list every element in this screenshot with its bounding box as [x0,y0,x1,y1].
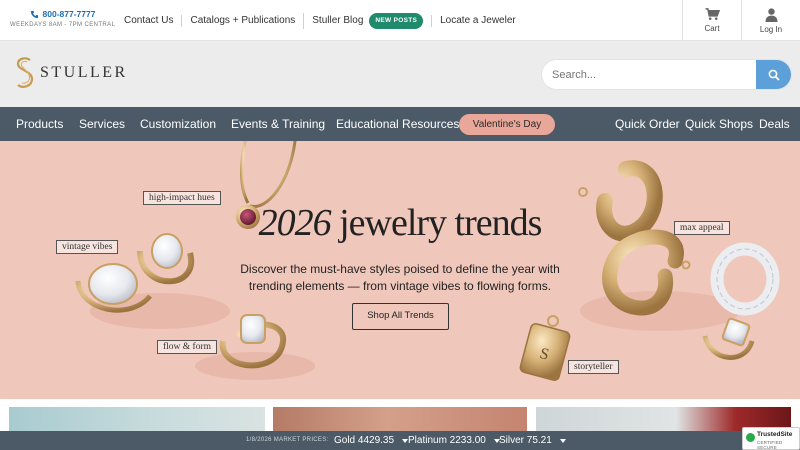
phone-icon [30,10,38,18]
search-icon [768,69,780,81]
tag-high-impact-hues: high-impact hues [143,191,221,205]
nav-valentines-day[interactable]: Valentine's Day [459,114,555,135]
tag-max-appeal: max appeal [674,221,730,235]
nav-products[interactable]: Products [16,107,63,141]
tag-flow-and-form: flow & form [157,340,218,354]
phone-row[interactable]: 800-877-7777 [10,9,115,19]
site-header: STULLER [0,41,800,107]
nav-customization[interactable]: Customization [140,107,216,141]
silver-price-label[interactable]: Silver 75.21 [499,435,552,446]
stuller-blog-link[interactable]: Stuller Blog NEW POSTS [303,12,431,29]
trustedsite-badge[interactable]: TrustedSite CERTIFIED SECURE [742,427,800,450]
nav-quick-shops[interactable]: Quick Shops [685,107,753,141]
platinum-price-label[interactable]: Platinum 2233.00 [408,435,486,446]
stuller-blog-label[interactable]: Stuller Blog [312,15,363,27]
nav-services[interactable]: Services [79,107,125,141]
tag-storyteller: storyteller [568,360,619,374]
hero-title-text: jewelry trends [339,202,542,244]
shop-all-trends-button[interactable]: Shop All Trends [352,303,449,330]
contact-us-link[interactable]: Contact Us [124,15,181,27]
hero-title-year: 2026 [258,202,332,244]
market-prices-bar: 1/8/2026 MARKET PRICES: Gold 4429.35 Pla… [0,431,800,450]
search-button[interactable] [756,60,791,89]
new-posts-badge: NEW POSTS [369,12,424,29]
nav-educational-resources[interactable]: Educational Resources [336,107,459,141]
trustedsite-subtitle: CERTIFIED SECURE [757,440,783,450]
silver-price[interactable]: Silver 75.21 [499,435,566,446]
phone-hours: WEEKDAYS 8AM - 7PM CENTRAL [10,22,116,28]
gold-price[interactable]: Gold 4429.35 [334,435,409,446]
market-prices-date: 1/8/2026 MARKET PRICES: [246,437,329,443]
login-label[interactable]: Log In [760,25,782,34]
platinum-price[interactable]: Platinum 2233.00 [408,435,500,446]
catalogs-link[interactable]: Catalogs + Publications [181,14,303,27]
hero-banner[interactable]: S 2026 jewelry trends Discover the must-… [0,141,800,399]
locate-jeweler-link[interactable]: Locate a Jeweler [431,14,524,27]
user-icon [765,7,777,22]
stuller-wordmark[interactable]: STULLER [40,64,128,82]
gold-price-label[interactable]: Gold 4429.35 [334,435,394,446]
phone-number[interactable]: 800-877-7777 [43,9,96,19]
cart-button[interactable]: Cart [682,0,741,41]
utility-links: Contact Us Catalogs + Publications Stull… [124,0,524,41]
cart-label[interactable]: Cart [704,24,719,33]
stuller-logo[interactable]: STULLER [14,56,128,90]
search-input[interactable] [542,60,756,89]
phone-block[interactable]: 800-877-7777 WEEKDAYS 8AM - 7PM CENTRAL [10,9,115,28]
stuller-s-monogram-icon [16,57,34,88]
nav-events-training[interactable]: Events & Training [231,107,325,141]
nav-quick-order[interactable]: Quick Order [615,107,680,141]
checkmark-icon [746,433,755,442]
utility-bar: 800-877-7777 WEEKDAYS 8AM - 7PM CENTRAL … [0,0,800,41]
main-nav: Products Services Customization Events &… [0,107,800,141]
tag-vintage-vibes: vintage vibes [56,240,119,254]
search-box [542,60,791,89]
hero-subtitle: Discover the must-have styles poised to … [240,262,560,293]
nav-deals[interactable]: Deals [759,107,790,141]
trustedsite-name: TrustedSite [757,431,793,438]
silver-caret-down-icon[interactable] [559,438,566,443]
cart-icon [705,8,720,20]
login-button[interactable]: Log In [741,0,800,41]
